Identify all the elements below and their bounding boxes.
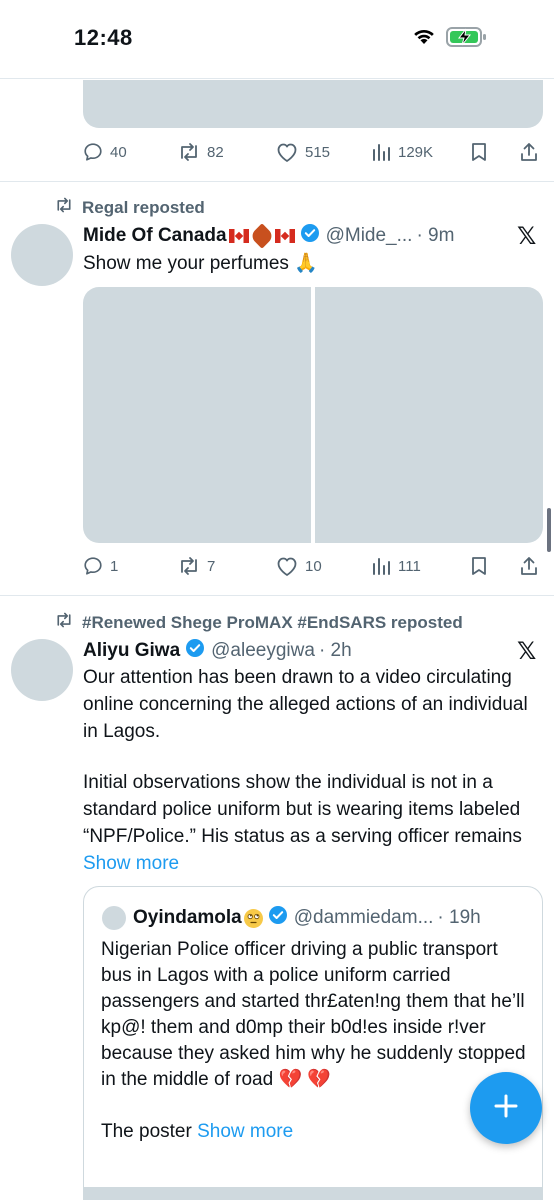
scrollbar[interactable] — [547, 508, 551, 552]
views-icon — [372, 555, 392, 577]
quote-show-more-link[interactable]: Show more — [197, 1121, 293, 1142]
repost-count: 7 — [207, 557, 216, 575]
tweet-text-paragraph-2: Initial observations show the individual… — [83, 769, 543, 877]
reply-button[interactable]: 40 — [82, 137, 127, 167]
quote-media[interactable] — [84, 1187, 542, 1200]
like-button[interactable]: 515 — [275, 137, 330, 167]
tweet-text-body: Initial observations show the individual… — [83, 772, 522, 847]
like-count: 10 — [305, 557, 322, 575]
tweet-1-actions: 40 82 515 129K — [82, 137, 542, 167]
battery-charging-icon — [446, 26, 488, 53]
reposted-by-label: Regal reposted — [82, 197, 205, 217]
heart-icon — [275, 555, 299, 577]
avatar[interactable] — [11, 224, 73, 286]
quote-author-name[interactable]: Oyindamola — [133, 907, 242, 929]
verified-badge-icon — [185, 638, 205, 664]
quote-avatar[interactable] — [102, 906, 126, 930]
bookmark-icon — [469, 141, 489, 163]
reply-count: 1 — [110, 557, 119, 575]
verified-badge-icon — [300, 223, 320, 249]
quote-text-body: Nigerian Police officer driving a public… — [101, 939, 526, 1090]
x-logo-icon[interactable]: 𝕏 — [517, 222, 536, 250]
repost-small-icon — [54, 611, 82, 634]
broken-heart-emoji: 💔 💔 — [278, 1069, 332, 1090]
share-icon — [518, 555, 540, 577]
reposted-by-label: #Renewed Shege ProMAX #EndSARS reposted — [82, 612, 463, 632]
heart-icon — [275, 141, 299, 163]
views-button[interactable]: 129K — [372, 137, 433, 167]
quote-text-body-2: The poster — [101, 1121, 192, 1142]
quote-author-handle[interactable]: @dammiedam... — [294, 907, 434, 929]
repost-indicator[interactable]: Regal reposted — [54, 196, 205, 219]
status-divider — [0, 78, 554, 79]
maple-leaf-icon — [248, 223, 275, 249]
repost-icon — [177, 141, 201, 163]
flag-emojis — [228, 223, 295, 249]
repost-button[interactable]: 7 — [177, 551, 215, 581]
tweet-2-image-2[interactable] — [315, 287, 543, 543]
reply-icon — [82, 555, 104, 577]
tweet-3-header: Aliyu Giwa @aleeygiwa · 2h — [83, 638, 352, 664]
status-bar: 12:48 — [0, 0, 554, 78]
avatar[interactable] — [11, 639, 73, 701]
verified-badge-icon — [268, 905, 288, 931]
repost-icon — [177, 555, 201, 577]
like-button[interactable]: 10 — [275, 551, 322, 581]
quoted-tweet-card[interactable]: Oyindamola @dammiedam... · 19h Nigerian … — [83, 886, 543, 1200]
tweet-text: Show me your perfumes 🙏 — [83, 253, 318, 274]
repost-small-icon — [54, 196, 82, 219]
post-time: · 9m — [416, 225, 455, 246]
views-count: 129K — [398, 143, 434, 161]
compose-button[interactable] — [470, 1072, 542, 1144]
share-button[interactable] — [518, 137, 540, 167]
views-count: 111 — [398, 557, 421, 575]
views-button[interactable]: 111 — [372, 551, 421, 581]
like-count: 515 — [305, 143, 331, 161]
face-with-rolling-eyes-icon — [243, 908, 263, 928]
tweet-divider — [0, 181, 554, 182]
post-time: · 2h — [318, 640, 352, 661]
clock: 12:48 — [74, 25, 133, 50]
tweet-1-media[interactable] — [83, 80, 543, 128]
reply-count: 40 — [110, 143, 127, 161]
share-icon — [518, 141, 540, 163]
canada-flag-icon — [274, 229, 295, 243]
tweet-divider — [0, 595, 554, 596]
author-name[interactable]: Mide Of Canada — [83, 225, 227, 247]
tweet-2-header: Mide Of Canada @Mide_... · 9m — [83, 223, 454, 249]
x-logo-icon[interactable]: 𝕏 — [517, 637, 536, 665]
bookmark-button[interactable] — [469, 137, 489, 167]
reply-button[interactable]: 1 — [82, 551, 118, 581]
author-handle[interactable]: @aleeygiwa — [211, 640, 315, 662]
quote-text: Nigerian Police officer driving a public… — [101, 937, 531, 1145]
tweet-text-paragraph-1: Our attention has been drawn to a video … — [83, 667, 528, 742]
show-more-link[interactable]: Show more — [83, 853, 179, 874]
canada-flag-icon — [228, 229, 249, 243]
tweet-2-image-1[interactable] — [83, 287, 311, 543]
quote-header: Oyindamola @dammiedam... · 19h — [133, 905, 481, 931]
views-icon — [372, 141, 392, 163]
share-button[interactable] — [518, 551, 540, 581]
bookmark-button[interactable] — [469, 551, 489, 581]
reply-icon — [82, 141, 104, 163]
repost-indicator[interactable]: #Renewed Shege ProMAX #EndSARS reposted — [54, 611, 463, 634]
repost-button[interactable]: 82 — [177, 137, 224, 167]
author-name[interactable]: Aliyu Giwa — [83, 640, 180, 662]
tweet-2-actions: 1 7 10 111 — [82, 551, 542, 581]
quote-post-time: · 19h — [437, 907, 481, 928]
repost-count: 82 — [207, 143, 224, 161]
plus-icon — [492, 1092, 520, 1125]
wifi-icon — [411, 26, 437, 51]
author-handle[interactable]: @Mide_... — [326, 225, 413, 247]
bookmark-icon — [469, 555, 489, 577]
